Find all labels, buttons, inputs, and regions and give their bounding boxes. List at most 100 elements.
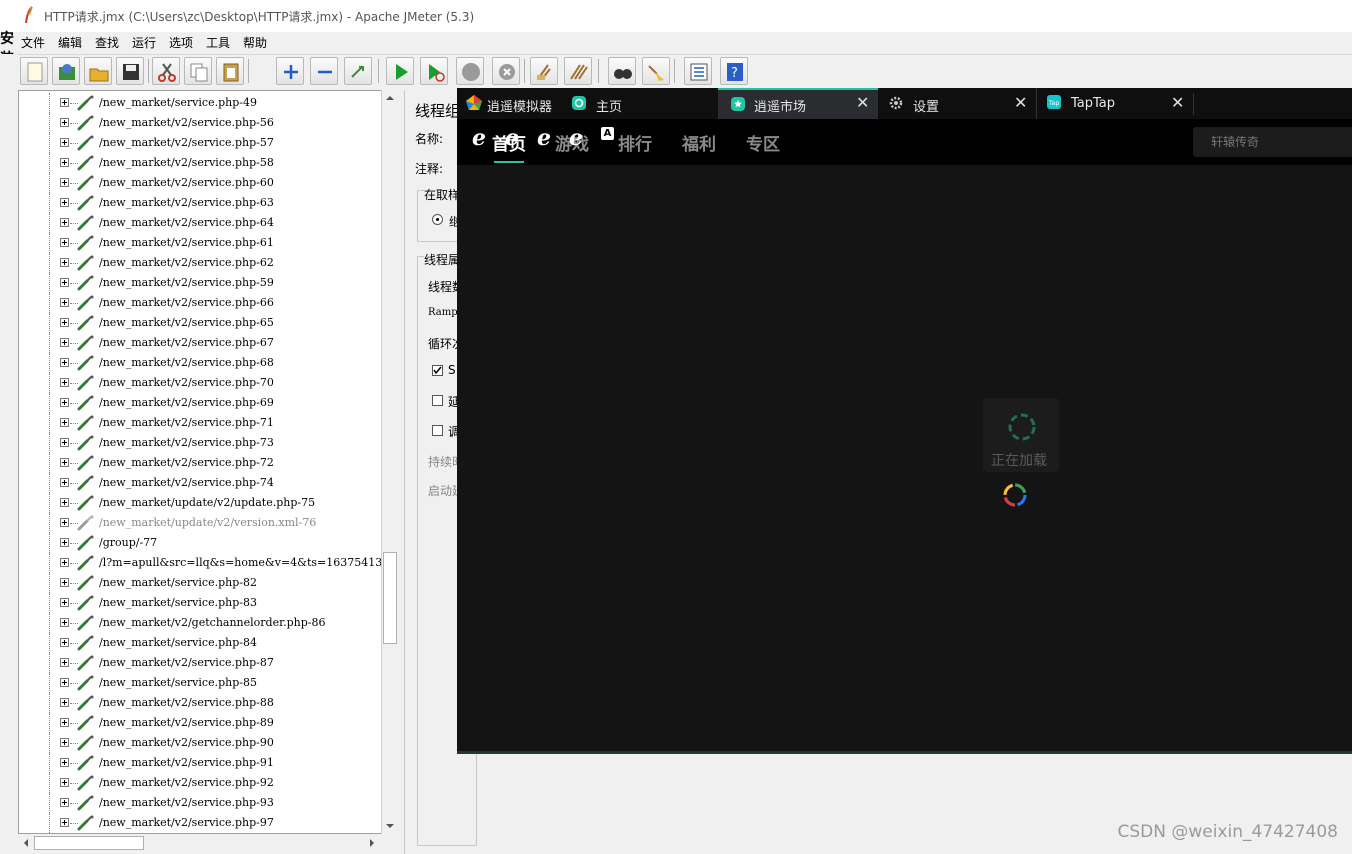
expand-node-icon[interactable] (60, 238, 69, 247)
expand-node-icon[interactable] (60, 358, 69, 367)
tree-vertical-scrollbar[interactable] (381, 90, 398, 834)
tree-node-http-request[interactable]: /group/-77 (19, 533, 383, 553)
tree-node-http-request[interactable]: /new_market/v2/service.php-87 (19, 653, 383, 673)
expand-node-icon[interactable] (60, 698, 69, 707)
tab-settings-close-icon[interactable]: ✕ (1014, 93, 1027, 112)
expand-node-icon[interactable] (60, 598, 69, 607)
menu-tools[interactable]: 工具 (206, 34, 230, 51)
expand-node-icon[interactable] (60, 218, 69, 227)
tree-node-http-request[interactable]: /new_market/v2/service.php-73 (19, 433, 383, 453)
tree-node-http-request[interactable]: /new_market/v2/service.php-91 (19, 753, 383, 773)
tree-node-http-request[interactable]: /new_market/service.php-82 (19, 573, 383, 593)
menu-search[interactable]: 查找 (95, 34, 119, 51)
templates-button[interactable] (52, 57, 80, 85)
menu-help[interactable]: 帮助 (243, 34, 267, 51)
help-button[interactable]: ? (720, 57, 748, 85)
menu-file[interactable]: 文件 (21, 34, 45, 51)
expand-node-icon[interactable] (60, 678, 69, 687)
nav-welfare[interactable]: 福利 (682, 130, 716, 155)
start-button[interactable] (386, 57, 414, 85)
start-no-pauses-button[interactable] (420, 57, 448, 85)
tree-node-http-request[interactable]: /new_market/v2/service.php-56 (19, 113, 383, 133)
expand-node-icon[interactable] (60, 98, 69, 107)
expand-node-icon[interactable] (60, 478, 69, 487)
nav-ranking[interactable]: 排行 (618, 130, 652, 155)
tree-node-http-request[interactable]: /new_market/v2/service.php-58 (19, 153, 383, 173)
tree-node-http-request[interactable]: /new_market/v2/service.php-59 (19, 273, 383, 293)
tree-node-http-request[interactable]: /new_market/v2/service.php-64 (19, 213, 383, 233)
tab-taptap[interactable]: Tap TapTap ✕ (1036, 88, 1194, 119)
tree-node-http-request[interactable]: /new_market/v2/service.php-68 (19, 353, 383, 373)
expand-node-icon[interactable] (60, 158, 69, 167)
tree-node-http-request[interactable]: /new_market/v2/service.php-97 (19, 813, 383, 833)
delay-thread-creation-checkbox[interactable] (432, 395, 443, 406)
expand-node-icon[interactable] (60, 618, 69, 627)
tree-node-http-request[interactable]: /new_market/v2/service.php-69 (19, 393, 383, 413)
tree-node-http-request[interactable]: /new_market/v2/service.php-60 (19, 173, 383, 193)
tab-home[interactable]: 主页 (562, 88, 718, 119)
expand-node-icon[interactable] (60, 638, 69, 647)
tree-node-http-request[interactable]: /new_market/v2/getchannelorder.php-86 (19, 613, 383, 633)
tree-node-http-request[interactable]: /new_market/v2/service.php-67 (19, 333, 383, 353)
new-button[interactable] (20, 57, 48, 85)
tree-node-http-request[interactable]: /new_market/update/v2/update.php-75 (19, 493, 383, 513)
expand-node-icon[interactable] (60, 178, 69, 187)
tree-node-http-request[interactable]: /new_market/v2/service.php-66 (19, 293, 383, 313)
cut-button[interactable] (152, 57, 180, 85)
expand-node-icon[interactable] (60, 278, 69, 287)
paste-button[interactable] (216, 57, 244, 85)
menu-options[interactable]: 选项 (169, 34, 193, 51)
tree-node-http-request[interactable]: /new_market/v2/service.php-90 (19, 733, 383, 753)
save-button[interactable] (116, 57, 144, 85)
continue-radio[interactable] (432, 214, 443, 225)
clear-button[interactable] (530, 57, 558, 85)
tab-taptap-close-icon[interactable]: ✕ (1171, 93, 1184, 112)
expand-node-icon[interactable] (60, 118, 69, 127)
expand-node-icon[interactable] (60, 378, 69, 387)
tree-node-http-request[interactable]: /new_market/v2/service.php-93 (19, 793, 383, 813)
tree-node-http-request[interactable]: /new_market/v2/service.php-57 (19, 133, 383, 153)
expand-node-icon[interactable] (60, 398, 69, 407)
tree-node-http-request[interactable]: /new_market/v2/service.php-74 (19, 473, 383, 493)
expand-node-icon[interactable] (60, 198, 69, 207)
expand-node-icon[interactable] (60, 538, 69, 547)
scroll-right-arrow-icon[interactable] (364, 835, 380, 851)
expand-node-icon[interactable] (60, 318, 69, 327)
tree-node-http-request[interactable]: /new_market/v2/service.php-63 (19, 193, 383, 213)
tree-node-http-request[interactable]: /new_market/v2/service.php-62 (19, 253, 383, 273)
tree-node-http-request[interactable]: /new_market/service.php-84 (19, 633, 383, 653)
tree-vertical-scroll-thumb[interactable] (383, 552, 397, 644)
expand-node-icon[interactable] (60, 498, 69, 507)
tab-market[interactable]: 逍遥市场 ✕ (718, 88, 878, 119)
toggle-button[interactable] (344, 57, 372, 85)
tree-node-http-request[interactable]: /new_market/service.php-83 (19, 593, 383, 613)
expand-node-icon[interactable] (60, 778, 69, 787)
copy-button[interactable] (184, 57, 212, 85)
expand-node-icon[interactable] (60, 578, 69, 587)
tree-node-http-request[interactable]: /new_market/v2/service.php-88 (19, 693, 383, 713)
tree-node-http-request[interactable]: /new_market/v2/service.php-71 (19, 413, 383, 433)
expand-node-icon[interactable] (60, 798, 69, 807)
market-search-box[interactable] (1193, 127, 1352, 157)
tree-node-http-request[interactable]: /new_market/v2/service.php-61 (19, 233, 383, 253)
tab-settings[interactable]: 设置 ✕ (878, 88, 1036, 119)
collapse-all-button[interactable] (310, 57, 338, 85)
expand-node-icon[interactable] (60, 518, 69, 527)
expand-node-icon[interactable] (60, 558, 69, 567)
expand-node-icon[interactable] (60, 738, 69, 747)
tab-market-close-icon[interactable]: ✕ (856, 93, 869, 112)
expand-all-button[interactable] (276, 57, 304, 85)
expand-node-icon[interactable] (60, 138, 69, 147)
expand-node-icon[interactable] (60, 298, 69, 307)
expand-node-icon[interactable] (60, 418, 69, 427)
open-button[interactable] (84, 57, 112, 85)
tree-node-http-request[interactable]: /l?m=apull&src=llq&s=home&v=4&ts=1637541… (19, 553, 397, 573)
expand-node-icon[interactable] (60, 438, 69, 447)
scroll-left-arrow-icon[interactable] (18, 835, 34, 851)
tree-node-http-request[interactable]: /new_market/v2/service.php-89 (19, 713, 383, 733)
tree-node-http-request[interactable]: /new_market/update/v2/version.xml-76 (19, 513, 383, 533)
menu-edit[interactable]: 编辑 (58, 34, 82, 51)
tree-node-http-request[interactable]: /new_market/service.php-85 (19, 673, 383, 693)
menu-run[interactable]: 运行 (132, 34, 156, 51)
stop-button[interactable] (456, 57, 484, 85)
